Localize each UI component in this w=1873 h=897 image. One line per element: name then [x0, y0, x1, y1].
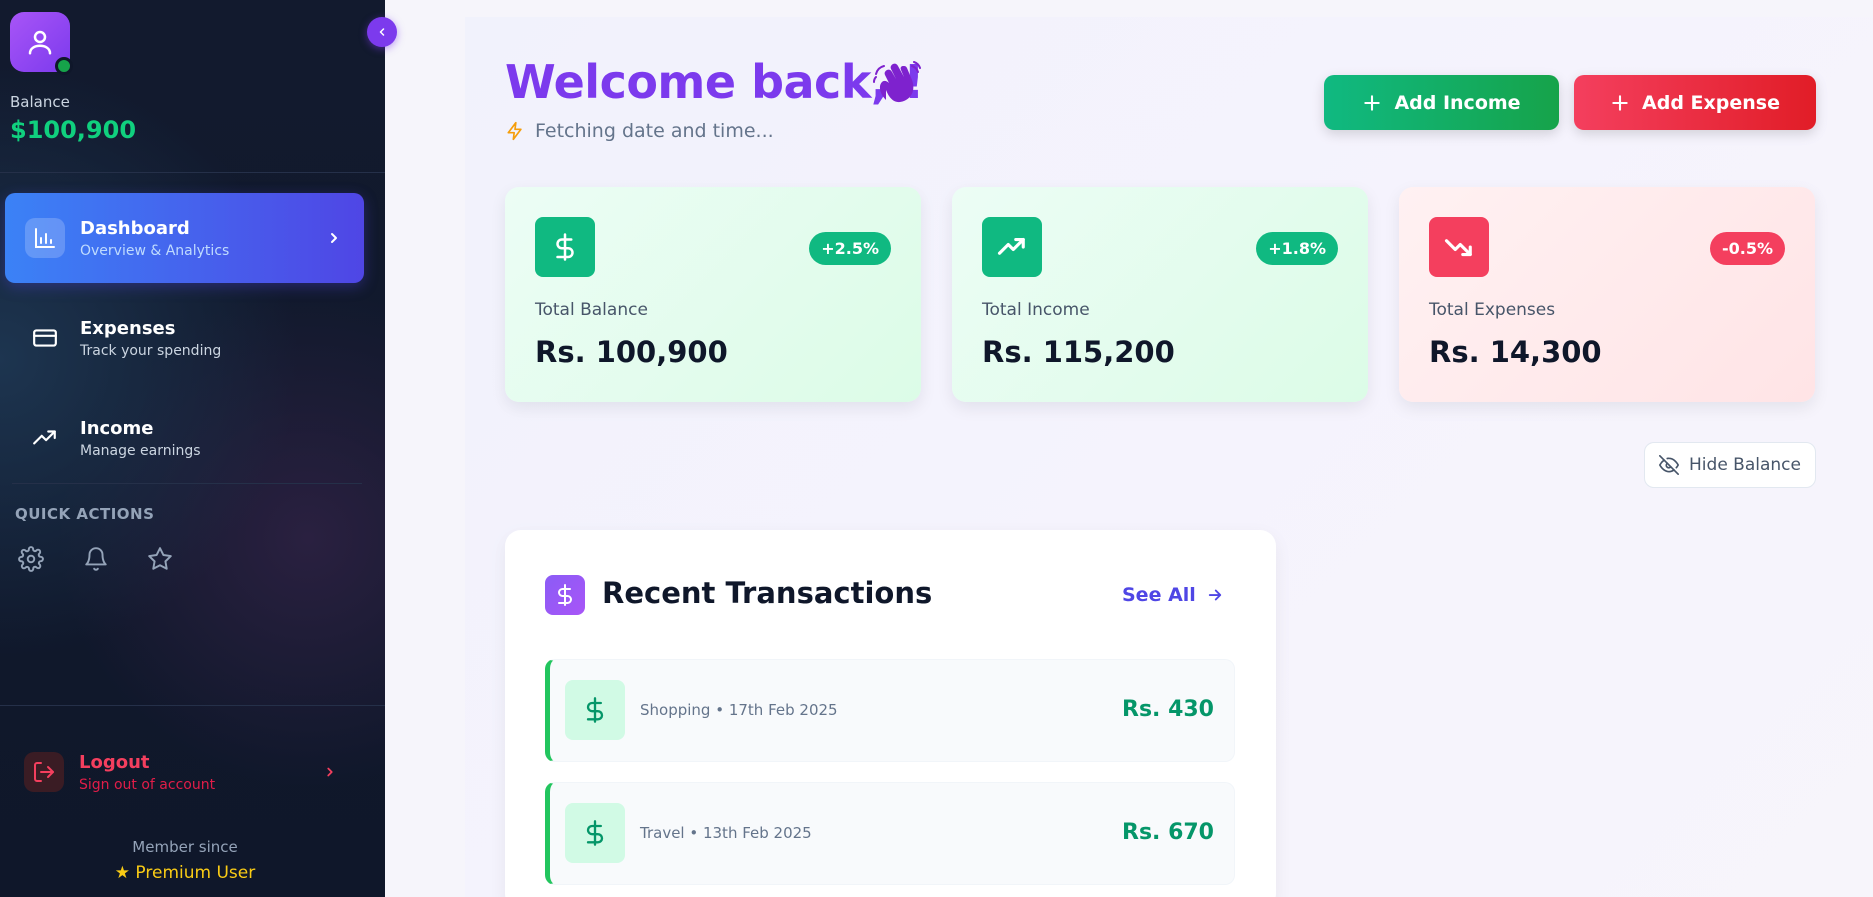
stat-value: Rs. 100,900 [535, 335, 728, 369]
divider [12, 483, 362, 484]
transaction-amount: Rs. 670 [1122, 820, 1214, 845]
see-all-label: See All [1122, 584, 1196, 606]
stat-card-total-balance: +2.5% Total Balance Rs. 100,900 [505, 187, 921, 402]
star-icon[interactable] [147, 546, 173, 572]
transaction-row[interactable]: Shopping • 17th Feb 2025 Rs. 430 [545, 659, 1235, 762]
waving-hand-icon [873, 61, 921, 103]
stat-card-total-expenses: -0.5% Total Expenses Rs. 14,300 [1399, 187, 1815, 402]
logout-title: Logout [79, 751, 150, 773]
section-title: Recent Transactions [602, 576, 933, 610]
trending-down-icon [1429, 217, 1489, 277]
nav-item-dashboard[interactable]: Dashboard Overview & Analytics [5, 193, 364, 283]
stat-card-total-income: +1.8% Total Income Rs. 115,200 [952, 187, 1368, 402]
trending-up-icon [982, 217, 1042, 277]
logout-icon [24, 752, 64, 792]
divider [0, 705, 385, 706]
see-all-link[interactable]: See All [1122, 584, 1224, 606]
hide-balance-label: Hide Balance [1689, 455, 1801, 475]
add-expense-button[interactable]: Add Expense [1574, 75, 1816, 130]
datetime-status: Fetching date and time... [505, 120, 774, 142]
plus-icon [1364, 94, 1381, 111]
add-income-label: Add Income [1394, 91, 1521, 114]
plus-icon [1612, 94, 1628, 111]
nav-subtitle: Overview & Analytics [80, 242, 230, 259]
online-status-dot [55, 57, 73, 75]
divider [0, 172, 385, 173]
lightning-icon [507, 121, 522, 141]
chevron-left-icon [379, 28, 385, 36]
add-income-button[interactable]: Add Income [1324, 75, 1559, 130]
quick-actions-label: QUICK ACTIONS [15, 505, 155, 523]
chevron-right-icon [331, 233, 337, 243]
premium-badge: ★ Premium User [0, 863, 370, 883]
eye-off-icon [1659, 455, 1680, 475]
nav-title: Income [80, 417, 154, 439]
transaction-description: Shopping • 17th Feb 2025 [640, 701, 838, 719]
logout-subtitle: Sign out of account [79, 776, 216, 793]
stat-label: Total Expenses [1429, 300, 1556, 320]
balance-label: Balance [10, 93, 70, 111]
nav-title: Expenses [80, 317, 176, 339]
dollar-icon [545, 575, 585, 615]
user-icon [28, 30, 52, 55]
premium-label: Premium User [135, 863, 256, 883]
dollar-icon [535, 217, 595, 277]
change-badge: -0.5% [1709, 232, 1785, 265]
transaction-amount: Rs. 430 [1122, 697, 1214, 722]
stat-value: Rs. 115,200 [982, 335, 1175, 369]
recent-transactions-card: Recent Transactions See All Shopping • 1… [505, 530, 1276, 897]
add-expense-label: Add Expense [1642, 91, 1780, 114]
stat-label: Total Balance [535, 300, 648, 320]
nav-subtitle: Manage earnings [80, 442, 201, 459]
arrow-right-icon [1208, 589, 1221, 601]
nav-title: Dashboard [80, 217, 190, 239]
credit-card-icon [25, 318, 65, 358]
sidebar: Balance $100,900 Dashboard Overview & An… [0, 0, 385, 897]
stat-value: Rs. 14,300 [1429, 335, 1602, 369]
hide-balance-button[interactable]: Hide Balance [1644, 442, 1816, 488]
transaction-row[interactable]: Travel • 13th Feb 2025 Rs. 670 [545, 782, 1235, 885]
nav-item-income[interactable]: Income Manage earnings [5, 393, 364, 483]
bar-chart-icon [25, 218, 65, 258]
member-since-label: Member since [132, 838, 238, 856]
balance-value: $100,900 [10, 116, 137, 144]
change-badge: +1.8% [1256, 232, 1338, 265]
bell-icon[interactable] [83, 546, 109, 572]
dollar-icon [565, 680, 625, 740]
logout-button[interactable]: Logout Sign out of account [12, 732, 367, 812]
settings-icon[interactable] [18, 546, 44, 572]
change-badge: +2.5% [809, 232, 891, 265]
transaction-description: Travel • 13th Feb 2025 [640, 824, 812, 842]
star-filled-icon: ★ [114, 863, 131, 883]
sidebar-collapse-button[interactable] [367, 17, 397, 47]
chevron-right-icon [327, 767, 333, 777]
nav-subtitle: Track your spending [80, 342, 222, 359]
trending-up-icon [25, 418, 65, 458]
dollar-icon [565, 803, 625, 863]
stat-label: Total Income [982, 300, 1090, 320]
nav-item-expenses[interactable]: Expenses Track your spending [5, 293, 364, 383]
datetime-text: Fetching date and time... [535, 120, 774, 142]
page-title: Welcome back, ! [505, 55, 924, 109]
